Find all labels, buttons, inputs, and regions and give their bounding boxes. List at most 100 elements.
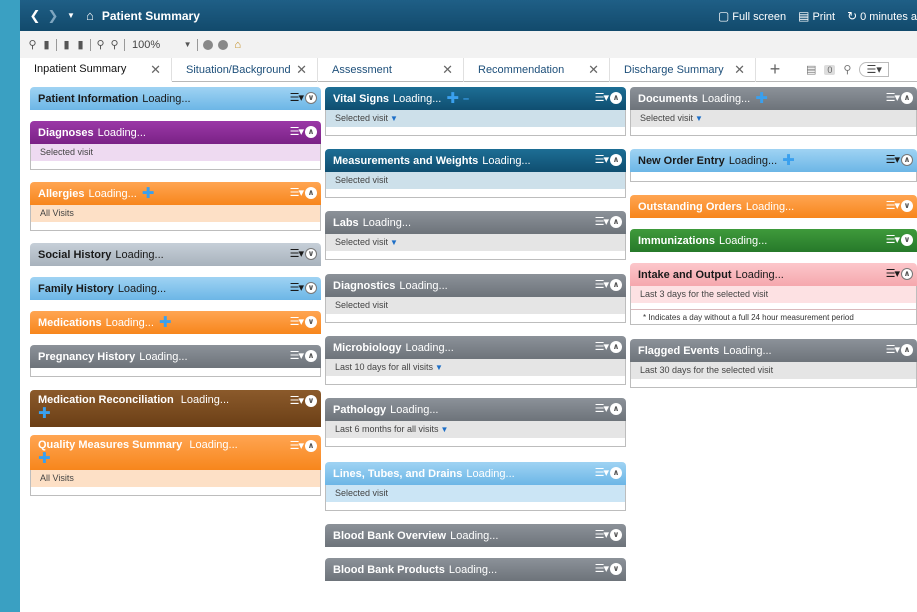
tab-inpatient-summary[interactable]: Inpatient Summary ✕ bbox=[20, 58, 172, 82]
component-header[interactable]: Intake and Output Loading... ☰▾ ∧ bbox=[630, 263, 917, 286]
menu-icon[interactable]: ☰▾ bbox=[290, 186, 304, 199]
tray-icon[interactable]: ▤ bbox=[806, 63, 816, 76]
chevron-down-icon[interactable]: ∨ bbox=[610, 528, 622, 541]
tab-assessment[interactable]: Assessment ✕ bbox=[318, 58, 464, 82]
menu-icon[interactable]: ☰▾ bbox=[886, 343, 900, 356]
add-icon[interactable]: ✚ bbox=[159, 315, 172, 330]
component-header[interactable]: Pathology Loading... ☰▾ ∧ bbox=[325, 398, 626, 421]
chevron-down-icon[interactable]: ∨ bbox=[305, 315, 317, 328]
component-header[interactable]: Pregnancy History Loading... ☰▾ ∧ bbox=[30, 345, 321, 368]
component-header[interactable]: Immunizations Loading... ☰▾ ∨ bbox=[630, 229, 917, 252]
menu-icon[interactable]: ☰▾ bbox=[290, 125, 304, 138]
chevron-up-icon[interactable]: ∧ bbox=[901, 343, 913, 356]
tab-situation-background[interactable]: Situation/Background ✕ bbox=[172, 58, 318, 82]
component-header[interactable]: Blood Bank Overview Loading... ☰▾ ∨ bbox=[325, 524, 626, 547]
chevron-up-icon[interactable]: ∧ bbox=[901, 267, 913, 280]
chevron-up-icon[interactable]: ∧ bbox=[305, 125, 317, 138]
component-header[interactable]: Documents Loading... ✚ ☰▾ ∧ bbox=[630, 87, 917, 110]
add-icon[interactable]: ✚ bbox=[755, 91, 768, 106]
component-header[interactable]: Quality Measures Summary Loading... ✚ ☰▾… bbox=[30, 435, 321, 470]
menu-icon[interactable]: ☰▾ bbox=[595, 215, 609, 228]
tab-recommendation[interactable]: Recommendation ✕ bbox=[464, 58, 610, 82]
component-header[interactable]: Vital Signs Loading... ✚ – ☰▾ ∧ bbox=[325, 87, 626, 110]
chevron-down-icon[interactable]: ∨ bbox=[901, 199, 913, 212]
menu-icon[interactable]: ☰▾ bbox=[290, 281, 304, 294]
home-small-icon[interactable]: ⌂ bbox=[233, 39, 242, 51]
close-tab-icon[interactable]: ✕ bbox=[734, 62, 745, 78]
component-header[interactable]: Patient Information Loading... ☰▾ ∨ bbox=[30, 87, 321, 110]
menu-icon[interactable]: ☰▾ bbox=[290, 394, 304, 407]
add-icon[interactable]: ✚ bbox=[142, 186, 155, 201]
full-screen-button[interactable]: ▢ Full screen bbox=[718, 9, 786, 23]
menu-icon[interactable]: ☰▾ bbox=[886, 267, 900, 280]
component-header[interactable]: Blood Bank Products Loading... ☰▾ ∨ bbox=[325, 558, 626, 581]
add-icon[interactable]: ✚ bbox=[38, 450, 51, 467]
close-tab-icon[interactable]: ✕ bbox=[296, 62, 307, 78]
chevron-up-icon[interactable]: ∧ bbox=[305, 186, 317, 199]
search-icon[interactable]: ⚲ bbox=[843, 63, 851, 76]
filter-label[interactable]: Selected visit ▼ bbox=[326, 234, 625, 251]
filter-label[interactable]: Last 10 days for all visits ▼ bbox=[326, 359, 625, 376]
chevron-up-icon[interactable]: ∧ bbox=[610, 91, 622, 104]
menu-icon[interactable]: ☰▾ bbox=[290, 247, 304, 260]
component-header[interactable]: Lines, Tubes, and Drains Loading... ☰▾ ∧ bbox=[325, 462, 626, 485]
menu-icon[interactable]: ☰▾ bbox=[886, 91, 900, 104]
add-icon[interactable]: ✚ bbox=[446, 91, 459, 106]
menu-icon[interactable]: ☰▾ bbox=[290, 91, 304, 104]
menu-icon[interactable]: ☰▾ bbox=[595, 153, 609, 166]
zoom-dropdown-icon[interactable]: ▼ bbox=[183, 40, 192, 49]
chevron-down-icon[interactable]: ∨ bbox=[901, 233, 913, 246]
close-tab-icon[interactable]: ✕ bbox=[150, 62, 161, 78]
circle-icon[interactable] bbox=[218, 39, 229, 50]
chevron-down-icon[interactable]: ∨ bbox=[305, 247, 317, 260]
chevron-down-icon[interactable]: ∨ bbox=[305, 91, 317, 104]
forward-icon[interactable]: ❯ bbox=[44, 8, 62, 24]
chevron-up-icon[interactable]: ∧ bbox=[610, 278, 622, 291]
component-header[interactable]: Outstanding Orders Loading... ☰▾ ∨ bbox=[630, 195, 917, 218]
chevron-up-icon[interactable]: ∧ bbox=[610, 466, 622, 479]
copy-icon[interactable]: ▮ bbox=[76, 38, 85, 51]
component-header[interactable]: Social History Loading... ☰▾ ∨ bbox=[30, 243, 321, 266]
tab-discharge-summary[interactable]: Discharge Summary ✕ bbox=[610, 58, 756, 82]
page-icon[interactable]: ▮ bbox=[42, 38, 51, 51]
component-header[interactable]: Labs Loading... ☰▾ ∧ bbox=[325, 211, 626, 234]
refresh-button[interactable]: ↻ 0 minutes a bbox=[847, 9, 917, 23]
notification-badge[interactable]: 0 bbox=[824, 64, 836, 75]
menu-icon[interactable]: ☰▾ bbox=[290, 349, 304, 362]
component-header[interactable]: New Order Entry Loading... ✚ ☰▾ ∧ bbox=[630, 149, 917, 172]
menu-icon[interactable]: ☰▾ bbox=[886, 199, 900, 212]
chevron-down-icon[interactable]: ∨ bbox=[305, 281, 317, 294]
home-icon[interactable]: ⌂ bbox=[86, 8, 94, 23]
chevron-up-icon[interactable]: ∧ bbox=[305, 439, 317, 452]
add-icon[interactable]: ✚ bbox=[782, 153, 795, 168]
menu-icon[interactable]: ☰▾ bbox=[290, 315, 304, 328]
close-tab-icon[interactable]: ✕ bbox=[442, 62, 453, 78]
menu-icon[interactable]: ☰▾ bbox=[595, 340, 609, 353]
filter-label[interactable]: Selected visit ▼ bbox=[326, 110, 625, 127]
menu-icon[interactable]: ☰▾ bbox=[886, 153, 900, 166]
component-header[interactable]: Measurements and Weights Loading... ☰▾ ∧ bbox=[325, 149, 626, 172]
menu-icon[interactable]: ☰▾ bbox=[595, 562, 609, 575]
add-icon[interactable]: ✚ bbox=[38, 405, 51, 422]
close-tab-icon[interactable]: ✕ bbox=[588, 62, 599, 78]
menu-icon[interactable]: ☰▾ bbox=[595, 466, 609, 479]
chevron-down-icon[interactable]: ∨ bbox=[305, 394, 317, 407]
menu-icon[interactable]: ☰▾ bbox=[595, 402, 609, 415]
zoom-in-icon[interactable]: ⚲ bbox=[96, 38, 105, 51]
component-header[interactable]: Medication Reconciliation Loading... ✚ ☰… bbox=[30, 390, 321, 427]
add-tab-button[interactable]: + bbox=[756, 58, 794, 81]
layout-menu-button[interactable]: ☰▾ bbox=[859, 62, 889, 77]
component-header[interactable]: Flagged Events Loading... ☰▾ ∧ bbox=[630, 339, 917, 362]
chevron-up-icon[interactable]: ∧ bbox=[610, 340, 622, 353]
chevron-up-icon[interactable]: ∧ bbox=[901, 91, 913, 104]
component-header[interactable]: Allergies Loading... ✚ ☰▾ ∧ bbox=[30, 182, 321, 205]
chevron-up-icon[interactable]: ∧ bbox=[305, 349, 317, 362]
print-preview-icon[interactable]: ▮ bbox=[62, 38, 71, 51]
filter-label[interactable]: Last 6 months for all visits ▼ bbox=[326, 421, 625, 438]
menu-icon[interactable]: ☰▾ bbox=[595, 278, 609, 291]
component-header[interactable]: Microbiology Loading... ☰▾ ∧ bbox=[325, 336, 626, 359]
back-icon[interactable]: ❮ bbox=[26, 8, 44, 24]
chevron-up-icon[interactable]: ∧ bbox=[901, 153, 913, 166]
binoculars-icon[interactable]: ⚲ bbox=[28, 38, 37, 51]
component-header[interactable]: Family History Loading... ☰▾ ∨ bbox=[30, 277, 321, 300]
